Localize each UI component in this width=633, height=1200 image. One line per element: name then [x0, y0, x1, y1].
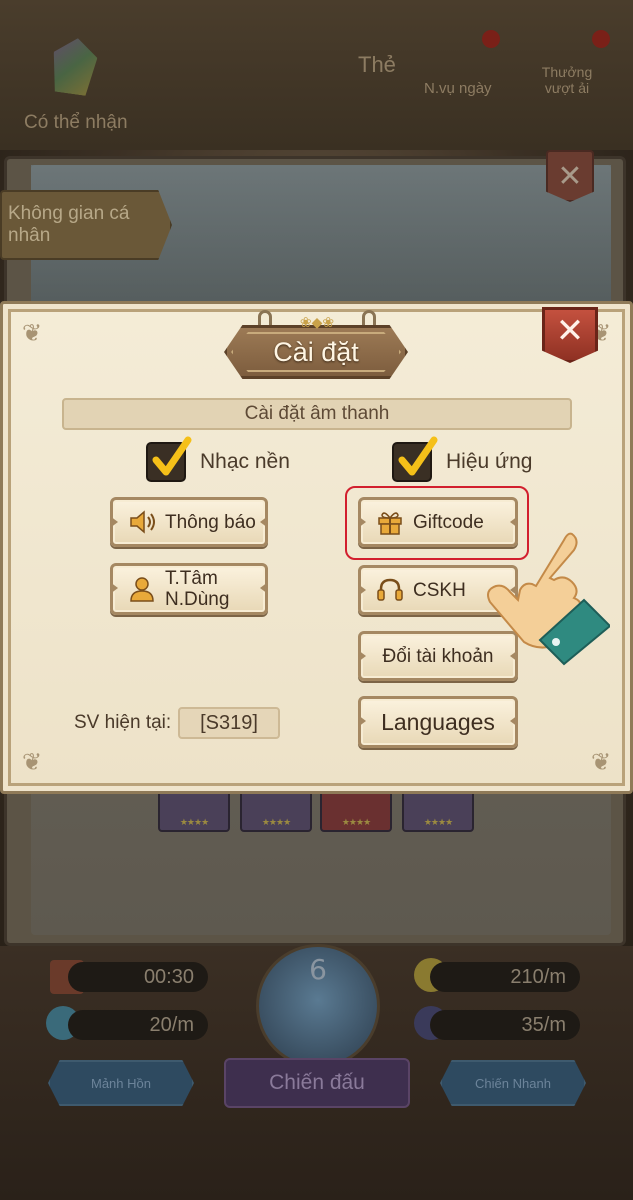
top-bar: Có thể nhận Thẻ N.vụ ngày Thưởng vượt ải	[0, 0, 633, 150]
corner-ornament-icon: ❦	[590, 748, 612, 776]
current-server-label: SV hiện tại:	[74, 712, 172, 733]
claimable-label[interactable]: Có thể nhận	[24, 112, 128, 134]
languages-button[interactable]: Languages	[358, 696, 518, 748]
corner-ornament-icon: ❦	[21, 319, 43, 347]
user-center-label-line1: T.Tâm	[165, 568, 218, 589]
quick-battle-button[interactable]: Chiến Nhanh	[440, 1060, 586, 1106]
daily-quest-label[interactable]: N.vụ ngày	[424, 80, 492, 97]
checkmark-icon	[152, 436, 192, 476]
user-center-label: T.Tâm N.Dùng	[165, 568, 229, 610]
support-label: CSKH	[413, 579, 466, 601]
close-icon: ✕	[555, 311, 585, 351]
user-icon	[130, 577, 154, 602]
notification-dot	[592, 30, 610, 48]
pointing-hand-icon	[487, 532, 610, 666]
soul-shards-button[interactable]: Mảnh Hồn	[48, 1060, 194, 1106]
hero-portrait[interactable]: ★★★★	[402, 790, 474, 832]
cards-menu-label[interactable]: Thẻ	[358, 52, 396, 78]
current-server-value: [S319]	[178, 707, 280, 739]
notifications-label: Thông báo	[165, 511, 256, 533]
music-label: Nhạc nền	[200, 450, 290, 473]
crystal-icon	[48, 35, 99, 97]
effects-toggle[interactable]: Hiệu ứng	[392, 436, 533, 482]
page-title: Cài đặt	[273, 336, 359, 367]
effects-checkbox[interactable]	[392, 436, 438, 482]
hero-portrait[interactable]: ★★★★	[320, 790, 392, 832]
stage-reward-label[interactable]: Thưởng vượt ải	[532, 64, 602, 96]
music-checkbox[interactable]	[146, 436, 192, 482]
moon-rate-display: 35/m	[430, 1010, 580, 1040]
headset-icon	[377, 578, 403, 601]
switch-account-label: Đổi tài khoản	[382, 645, 494, 667]
timer-display: 00:30	[68, 962, 208, 992]
user-center-button[interactable]: T.Tâm N.Dùng	[110, 563, 268, 615]
crown-ornament-icon: ❀◆❀	[299, 315, 335, 331]
stage-number: 6	[309, 953, 327, 986]
music-toggle[interactable]: Nhạc nền	[146, 436, 290, 482]
languages-label: Languages	[381, 708, 495, 735]
hero-portrait[interactable]: ★★★★	[158, 790, 230, 832]
dialog-title-plate: Cài đặt	[224, 325, 408, 379]
effects-label: Hiệu ứng	[446, 450, 533, 473]
back-panel-close-button[interactable]: ✕	[546, 150, 594, 202]
user-center-label-line2: N.Dùng	[165, 589, 230, 610]
personal-space-tab[interactable]: Không gian cá nhân	[0, 190, 172, 260]
battle-button[interactable]: Chiến đấu	[224, 1058, 410, 1108]
stage-orb[interactable]: 6	[256, 944, 380, 1068]
sound-settings-header: Cài đặt âm thanh	[62, 398, 572, 430]
star-rating-icon: ★★★★	[261, 818, 291, 828]
blue-rate-display: 20/m	[68, 1010, 208, 1040]
star-rating-icon: ★★★★	[179, 818, 209, 828]
corner-ornament-icon: ❦	[21, 748, 43, 776]
speaker-icon	[130, 510, 155, 534]
checkmark-icon	[398, 436, 438, 476]
notifications-button[interactable]: Thông báo	[110, 497, 268, 547]
gold-rate-display: 210/m	[430, 962, 580, 992]
hero-portrait[interactable]: ★★★★	[240, 790, 312, 832]
star-rating-icon: ★★★★	[423, 818, 453, 828]
notification-dot	[482, 30, 500, 48]
star-rating-icon: ★★★★	[341, 818, 371, 828]
